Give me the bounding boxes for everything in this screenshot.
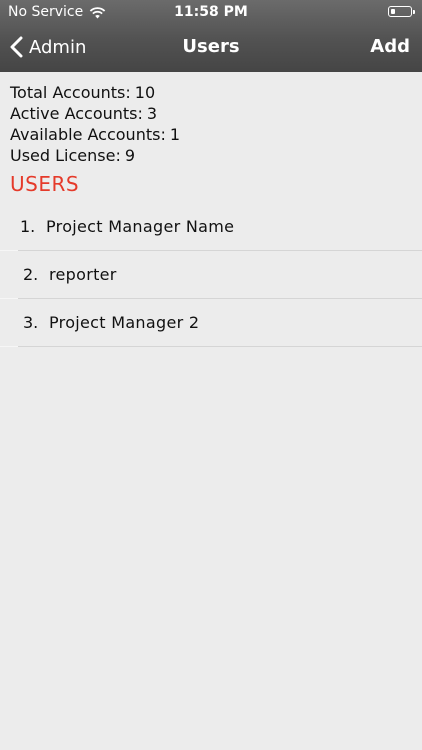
status-bar: No Service 11:58 PM xyxy=(0,0,422,24)
chevron-left-icon xyxy=(10,36,23,58)
back-button-label: Admin xyxy=(29,36,87,58)
users-section-title: USERS xyxy=(10,172,80,196)
user-name: reporter xyxy=(49,265,117,284)
account-stats: Total Accounts: 10 Active Accounts: 3 Avai… xyxy=(10,82,180,166)
back-button[interactable]: Admin xyxy=(10,36,86,58)
battery-level xyxy=(391,9,395,14)
user-list-item[interactable]: 2. reporter xyxy=(0,251,422,299)
stat-active-accounts: Active Accounts: 3 xyxy=(10,103,180,124)
user-list-item[interactable]: 1. Project Manager Name xyxy=(0,203,422,251)
stat-used-license: Used License: 9 xyxy=(10,145,180,166)
stat-label: Active Accounts: xyxy=(10,104,143,123)
stat-value: 10 xyxy=(134,83,156,102)
stat-value: 3 xyxy=(146,104,158,123)
stat-total-accounts: Total Accounts: 10 xyxy=(10,82,180,103)
user-name: Project Manager Name xyxy=(46,217,235,236)
user-number: 1. xyxy=(20,217,36,236)
stat-value: 9 xyxy=(124,146,136,165)
user-list: 1. Project Manager Name 2. reporter 3. P… xyxy=(0,203,422,347)
user-number: 2. xyxy=(23,265,39,284)
stat-value: 1 xyxy=(169,125,181,144)
battery-icon xyxy=(388,6,415,17)
stat-label: Total Accounts: xyxy=(10,83,131,102)
user-number: 3. xyxy=(23,313,39,332)
user-name: Project Manager 2 xyxy=(49,313,200,332)
add-user-button[interactable]: Add xyxy=(370,36,410,57)
top-bar: No Service 11:58 PM Admin Users Add xyxy=(0,0,422,72)
navigation-bar: Admin Users Add xyxy=(0,24,422,72)
stat-label: Available Accounts: xyxy=(10,125,166,144)
status-time: 11:58 PM xyxy=(174,4,248,20)
user-list-item[interactable]: 3. Project Manager 2 xyxy=(0,299,422,347)
stat-label: Used License: xyxy=(10,146,121,165)
stat-available-accounts: Available Accounts: 1 xyxy=(10,124,180,145)
